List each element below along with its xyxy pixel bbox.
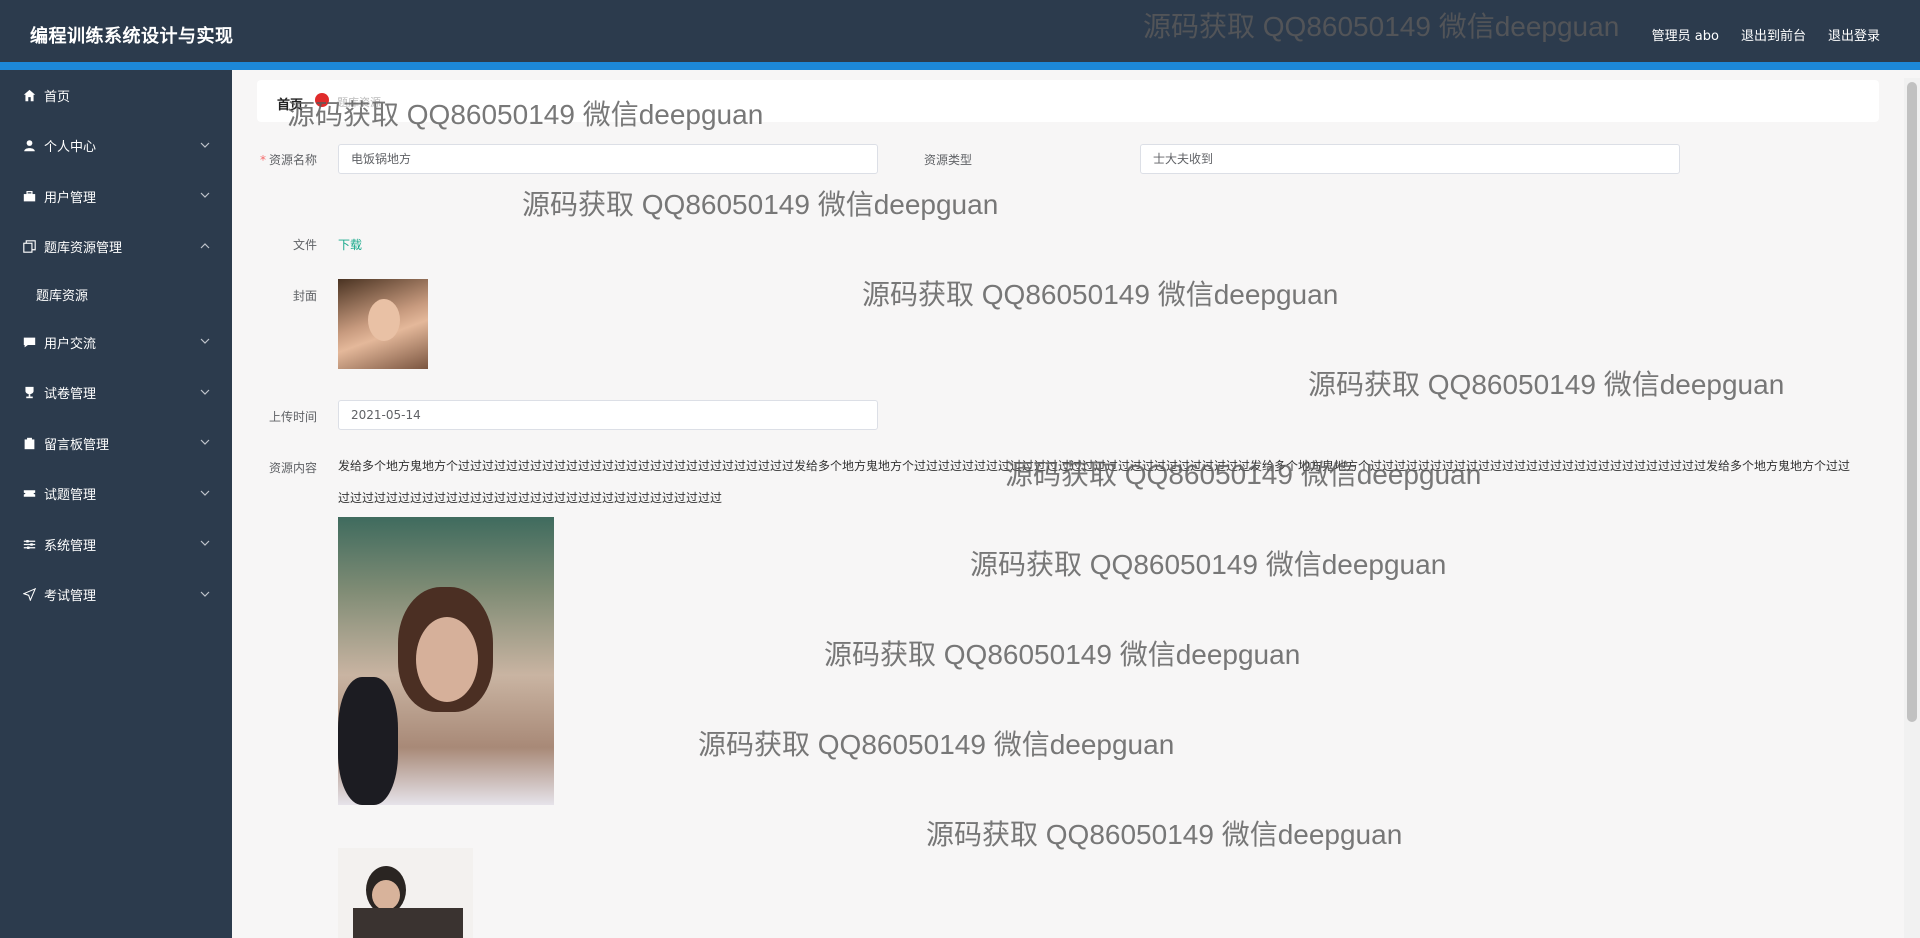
resource-name-label: * 资源名称 (259, 153, 317, 167)
breadcrumb: 首页 题库资源 (257, 80, 1879, 122)
breadcrumb-home[interactable]: 首页 (277, 94, 303, 113)
logout-link[interactable]: 退出登录 (1828, 25, 1880, 44)
sidebar-item-label: 题库资源管理 (44, 241, 123, 257)
top-header: 编程训练系统设计与实现 管理员 abo 退出到前台 退出登录 (0, 0, 1920, 70)
clipboard-icon (22, 436, 36, 450)
content-image-second (338, 848, 473, 938)
sidebar-item-label: 留言板管理 (44, 437, 110, 453)
copy-icon (22, 240, 36, 254)
cover-label: 封面 (292, 289, 317, 303)
main-content: 首页 题库资源 * 资源名称 电饭锅地方 资源类型 士大夫收到 文件 下载 封面 … (232, 70, 1920, 938)
sidebar-item-question-management[interactable]: 试题管理 (0, 469, 232, 520)
sidebar-subitem-question-bank-resource[interactable]: 题库资源 (0, 272, 232, 317)
resource-name-field[interactable]: 电饭锅地方 (338, 144, 878, 174)
exit-to-front-link[interactable]: 退出到前台 (1741, 25, 1806, 44)
sliders-icon (22, 537, 36, 551)
chevron-down-icon (200, 192, 210, 199)
chevron-down-icon (200, 540, 210, 547)
send-icon (22, 588, 36, 602)
sidebar-item-label: 个人中心 (44, 140, 97, 156)
chevron-down-icon (200, 591, 210, 597)
sidebar-item-label: 用户交流 (44, 336, 97, 352)
breadcrumb-separator-icon (315, 93, 329, 107)
sidebar-item-label: 首页 (44, 89, 71, 105)
content-image-woman (338, 517, 554, 805)
header-actions: 管理员 abo 退出到前台 退出登录 (1652, 25, 1880, 44)
sidebar-item-label: 试卷管理 (44, 387, 97, 403)
resource-type-field[interactable]: 士大夫收到 (1140, 144, 1680, 174)
sidebar-item-label: 考试管理 (44, 589, 97, 605)
user-icon (22, 139, 36, 153)
app-title: 编程训练系统设计与实现 (30, 26, 234, 47)
chat-icon (22, 335, 36, 349)
sidebar-item-question-bank[interactable]: 题库资源管理 (0, 222, 232, 273)
page-scrollbar[interactable] (1904, 78, 1920, 938)
sidebar-item-system-management[interactable]: 系统管理 (0, 519, 232, 570)
download-link[interactable]: 下载 (338, 236, 362, 253)
resource-content-label: 资源内容 (268, 461, 317, 475)
chevron-down-icon (200, 439, 210, 446)
sidebar-item-label: 试题管理 (44, 488, 97, 504)
briefcase-icon (22, 189, 36, 203)
sidebar-item-user-communication[interactable]: 用户交流 (0, 317, 232, 368)
chevron-down-icon (200, 142, 210, 148)
scrollbar-thumb[interactable] (1907, 82, 1917, 722)
sidebar-item-message-board[interactable]: 留言板管理 (0, 418, 232, 469)
breadcrumb-current: 题库资源 (337, 96, 381, 109)
resource-type-label: 资源类型 (923, 153, 972, 167)
sidebar-item-exam-paper[interactable]: 试卷管理 (0, 368, 232, 419)
file-label: 文件 (292, 238, 317, 252)
ticket-icon (22, 487, 36, 501)
trophy-icon (22, 386, 36, 400)
sidebar-subitem-label: 题库资源 (36, 289, 89, 304)
resource-content-text: 发给多个地方鬼地方个过过过过过过过过过过过过过过过过过过过过过过过过过过过过发给… (338, 459, 1851, 505)
admin-label: 管理员 abo (1651, 29, 1719, 44)
chevron-down-icon (200, 389, 210, 395)
chevron-down-icon (200, 490, 210, 496)
sidebar-item-exam-management[interactable]: 考试管理 (0, 570, 232, 621)
home-icon (22, 88, 36, 102)
sidebar-item-home[interactable]: 首页 (0, 70, 232, 121)
chevron-up-icon (200, 242, 210, 249)
sidebar: 首页 个人中心 用户管理 题库资源管理 题库资源 用户交流 试卷管理 留言板管理… (0, 70, 232, 938)
cover-image (338, 279, 428, 369)
sidebar-item-personal-center[interactable]: 个人中心 (0, 121, 232, 172)
sidebar-item-label: 系统管理 (44, 538, 97, 554)
sidebar-item-label: 用户管理 (44, 190, 97, 206)
upload-time-label: 上传时间 (268, 410, 317, 424)
upload-time-field[interactable]: 2021-05-14 (338, 400, 878, 430)
sidebar-item-user-management[interactable]: 用户管理 (0, 171, 232, 222)
chevron-down-icon (200, 338, 210, 345)
